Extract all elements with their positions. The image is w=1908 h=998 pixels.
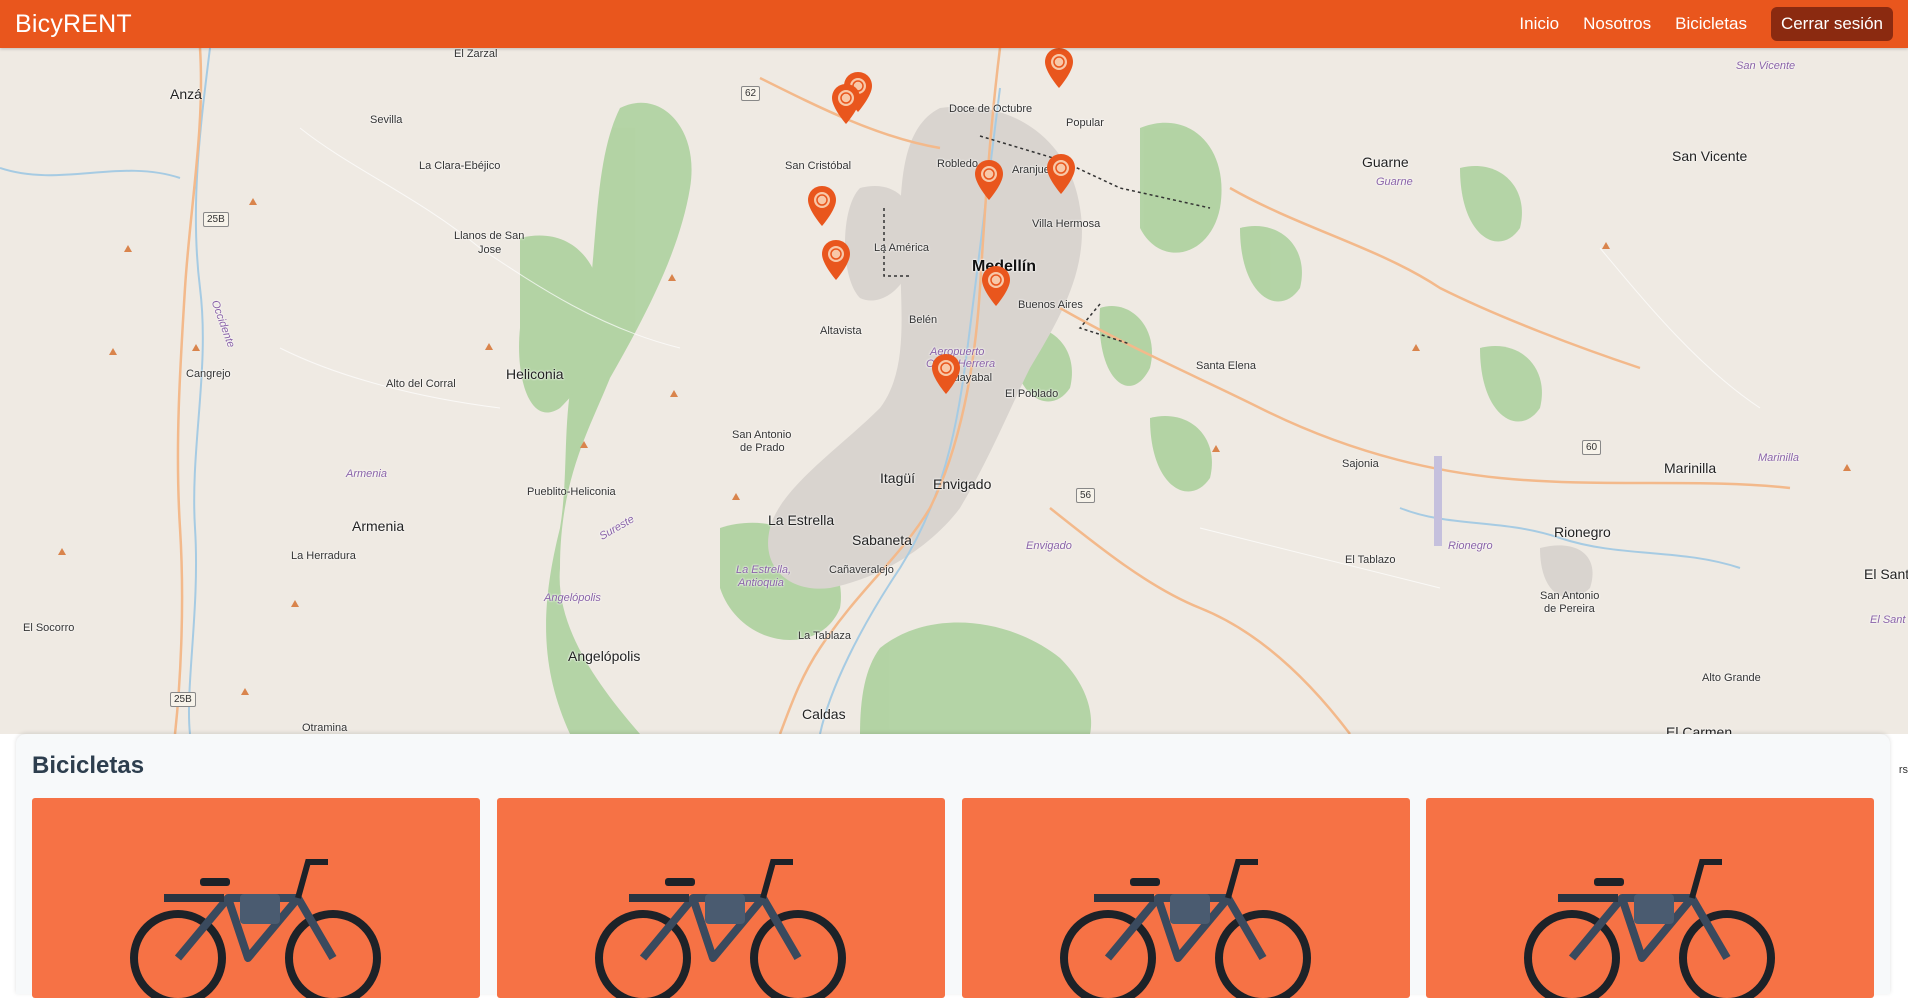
place-label: La Estrella xyxy=(768,512,835,528)
rivers xyxy=(0,48,1741,734)
map-pin-icon xyxy=(822,240,850,280)
place-label: La Estrella, xyxy=(736,564,792,576)
place-label: Guarne xyxy=(1376,176,1413,188)
place-label: Caldas xyxy=(802,706,846,722)
place-label: Antioquia xyxy=(738,577,784,589)
station-marker[interactable] xyxy=(1045,48,1073,88)
bike-card[interactable] xyxy=(962,798,1410,998)
brand-logo[interactable]: BicyRENT xyxy=(15,10,132,39)
place-label: Marinilla xyxy=(1758,452,1799,464)
place-label: Envigado xyxy=(933,476,992,492)
place-label: Guarne xyxy=(1362,154,1409,170)
place-label: El Socorro xyxy=(23,622,75,634)
place-label: El Poblado xyxy=(1005,388,1059,400)
place-label: de Pereira xyxy=(1544,603,1595,615)
place-label: El Carmen xyxy=(1666,724,1733,734)
station-marker[interactable] xyxy=(808,186,836,226)
map-pin-icon xyxy=(932,354,960,394)
place-label: San Antonio xyxy=(732,429,792,441)
map-pin-icon xyxy=(975,160,1003,200)
panel-title: Bicicletas xyxy=(32,752,145,779)
place-label: Santa Elena xyxy=(1196,360,1256,372)
place-label: Angelópolis xyxy=(544,592,601,604)
place-label: San Antonio xyxy=(1540,590,1600,602)
place-label: El Sant xyxy=(1864,566,1908,582)
place-label: Otramina xyxy=(302,722,348,734)
place-label: Popular xyxy=(1066,117,1104,129)
bike-card[interactable] xyxy=(32,798,480,998)
place-label: Angelópolis xyxy=(568,648,641,664)
map-pin-icon xyxy=(1045,48,1073,88)
bicycle-image xyxy=(1060,859,1311,998)
bicycle-image xyxy=(595,859,846,998)
place-label: Anzá xyxy=(170,86,202,102)
map-attribution[interactable]: rs xyxy=(1899,764,1908,776)
place-label: La Clara-Ebéjico xyxy=(419,160,501,172)
place-label: Armenia xyxy=(346,468,387,480)
road-shield: 62 xyxy=(741,86,761,101)
place-label: Itagüí xyxy=(880,470,916,486)
place-label: La América xyxy=(874,242,930,254)
place-label: Buenos Aires xyxy=(1018,299,1083,311)
place-label: Cangrejo xyxy=(186,368,231,380)
place-label: de Prado xyxy=(740,442,785,454)
place-label: Sabaneta xyxy=(852,532,912,548)
place-label: Heliconia xyxy=(506,366,564,382)
place-label: Envigado xyxy=(1026,540,1072,552)
place-label: Belén xyxy=(909,314,938,326)
station-marker[interactable] xyxy=(982,266,1010,306)
bike-card[interactable] xyxy=(1426,798,1874,998)
place-label: Alto del Corral xyxy=(386,378,456,390)
place-label: Armenia xyxy=(352,518,405,534)
station-marker[interactable] xyxy=(822,240,850,280)
place-label: Altavista xyxy=(820,325,862,337)
map-pin-icon xyxy=(1047,154,1075,194)
bike-card[interactable] xyxy=(497,798,945,998)
place-label: Cañaveralejo xyxy=(829,564,894,576)
place-label: Pueblito-Heliconia xyxy=(527,486,616,498)
station-marker[interactable] xyxy=(832,84,860,124)
place-label: Doce de Octubre xyxy=(949,103,1033,115)
place-label: San Cristóbal xyxy=(785,160,852,172)
place-label: Robledo xyxy=(937,158,978,170)
road-shield: 60 xyxy=(1582,440,1602,455)
navbar: BicyRENT Inicio Nosotros Bicicletas Cerr… xyxy=(0,0,1908,48)
road-shield: 56 xyxy=(1076,488,1096,503)
station-marker[interactable] xyxy=(975,160,1003,200)
place-label: Villa Hermosa xyxy=(1032,218,1101,230)
map-pin-icon xyxy=(982,266,1010,306)
place-label: Marinilla xyxy=(1664,460,1717,476)
place-label: San Vicente xyxy=(1672,148,1748,164)
place-label: El Zarzal xyxy=(454,48,498,60)
road-shield: 25B xyxy=(170,692,196,707)
map-pin-icon xyxy=(808,186,836,226)
road-shield: 25B xyxy=(203,212,229,227)
place-label: Rionegro xyxy=(1554,524,1611,540)
place-label: Jose xyxy=(478,244,502,256)
place-label: La Herradura xyxy=(291,550,356,562)
logout-button[interactable]: Cerrar sesión xyxy=(1770,7,1893,41)
place-label: El Sant xyxy=(1870,614,1906,626)
airport-runway xyxy=(1434,456,1442,546)
station-marker[interactable] xyxy=(932,354,960,394)
bicycle-image xyxy=(130,859,381,998)
map[interactable]: Anzá Sevilla La Clara-Ebéjico Llanos de … xyxy=(0,48,1908,734)
nav-links: Inicio Nosotros Bicicletas Cerrar sesión xyxy=(1495,7,1893,41)
place-label: San Vicente xyxy=(1736,60,1796,72)
bicycle-image xyxy=(1524,859,1775,998)
place-label: Alto Grande xyxy=(1702,672,1761,684)
bicycles-panel: Bicicletas xyxy=(16,734,1890,998)
place-label: Sevilla xyxy=(370,114,403,126)
place-label: El Tablazo xyxy=(1345,554,1396,566)
nav-link-nosotros[interactable]: Nosotros xyxy=(1583,14,1651,34)
station-marker[interactable] xyxy=(1047,154,1075,194)
place-label: Llanos de San xyxy=(454,230,525,242)
place-label: La Tablaza xyxy=(798,630,852,642)
map-pin-icon xyxy=(832,84,860,124)
nav-link-inicio[interactable]: Inicio xyxy=(1519,14,1559,34)
place-label: Rionegro xyxy=(1448,540,1493,552)
place-label: Sajonia xyxy=(1342,458,1379,470)
nav-link-bicicletas[interactable]: Bicicletas xyxy=(1675,14,1747,34)
